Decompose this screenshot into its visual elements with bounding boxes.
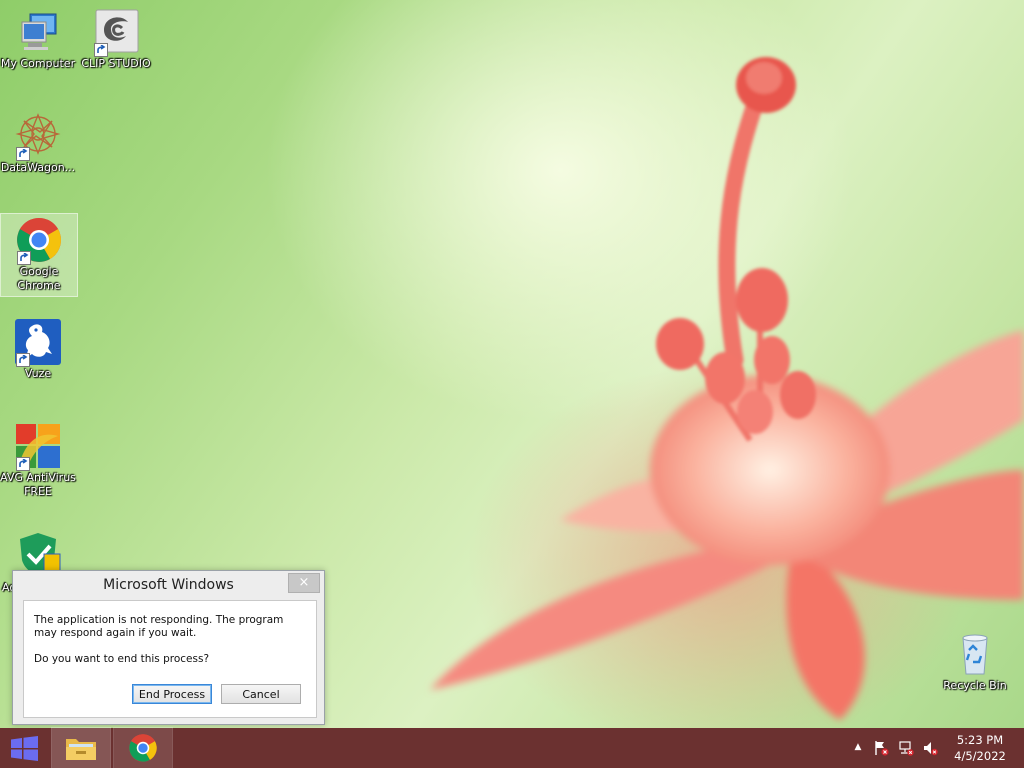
start-button[interactable] bbox=[0, 728, 50, 768]
desktop-icon-avg-antivirus[interactable]: AVG AntiVirus FREE bbox=[0, 422, 76, 499]
chrome-task-button[interactable] bbox=[113, 727, 173, 768]
computer-icon bbox=[14, 8, 62, 56]
show-hidden-icons-chevron-icon[interactable]: ▲ bbox=[850, 739, 866, 755]
desktop-icon-label: Vuze bbox=[24, 367, 52, 380]
shortcut-arrow-icon bbox=[16, 147, 30, 161]
close-icon: × bbox=[298, 575, 310, 590]
recycle-bin-icon bbox=[951, 630, 999, 678]
desktop-icon-label: AVG AntiVirus FREE bbox=[0, 471, 76, 498]
desktop-icon-recycle-bin[interactable]: Recycle Bin bbox=[937, 630, 1013, 693]
chrome-icon bbox=[15, 216, 63, 265]
shortcut-arrow-icon bbox=[17, 251, 31, 265]
desktop-icon-google-chrome[interactable]: Google Chrome bbox=[0, 213, 78, 297]
file-explorer-task-button[interactable] bbox=[51, 727, 111, 768]
dialog-title: Microsoft Windows bbox=[103, 577, 234, 593]
desktop-icon-label: Google Chrome bbox=[17, 265, 61, 292]
desktop[interactable]: My Computer CLIP STUDIO DataWagon... Goo… bbox=[0, 0, 1024, 728]
desktop-icon-vuze[interactable]: Vuze bbox=[0, 318, 76, 381]
clock-time: 5:23 PM bbox=[956, 733, 1004, 747]
desktop-icon-my-computer[interactable]: My Computer bbox=[0, 8, 76, 71]
action-center-flag-icon[interactable] bbox=[873, 740, 889, 756]
clip-studio-icon bbox=[92, 8, 140, 57]
desktop-icon-datawagon[interactable]: DataWagon... bbox=[0, 112, 76, 175]
folder-icon bbox=[66, 739, 96, 760]
desktop-icon-label: Recycle Bin bbox=[943, 679, 1007, 692]
not-responding-dialog[interactable]: Microsoft Windows × The application is n… bbox=[12, 570, 325, 725]
dialog-message: The application is not responding. The p… bbox=[34, 614, 284, 639]
shortcut-arrow-icon bbox=[16, 353, 30, 367]
dialog-question: Do you want to end this process? bbox=[34, 653, 210, 665]
desktop-icon-clip-studio[interactable]: CLIP STUDIO bbox=[78, 8, 154, 71]
end-process-button[interactable]: End Process bbox=[132, 684, 212, 704]
windows-logo-icon bbox=[11, 736, 38, 761]
chrome-icon bbox=[129, 734, 157, 762]
datawagon-icon bbox=[14, 112, 62, 161]
taskbar-clock[interactable]: 5:23 PM 4/5/2022 bbox=[946, 732, 1014, 764]
vuze-frog-icon bbox=[14, 318, 62, 367]
shortcut-arrow-icon bbox=[16, 457, 30, 471]
volume-muted-icon[interactable] bbox=[922, 740, 938, 756]
network-icon[interactable] bbox=[898, 740, 914, 756]
cancel-button[interactable]: Cancel bbox=[221, 684, 301, 704]
desktop-icon-label: CLIP STUDIO bbox=[81, 57, 151, 70]
desktop-icon-label: DataWagon... bbox=[0, 161, 76, 174]
taskbar: ▲ 5:23 PM 4/5/2022 bbox=[0, 727, 1024, 768]
shortcut-arrow-icon bbox=[94, 43, 108, 57]
desktop-icon-label: My Computer bbox=[0, 57, 76, 70]
close-button[interactable]: × bbox=[288, 573, 320, 593]
clock-date: 4/5/2022 bbox=[954, 749, 1006, 763]
avg-antivirus-icon bbox=[14, 422, 62, 471]
